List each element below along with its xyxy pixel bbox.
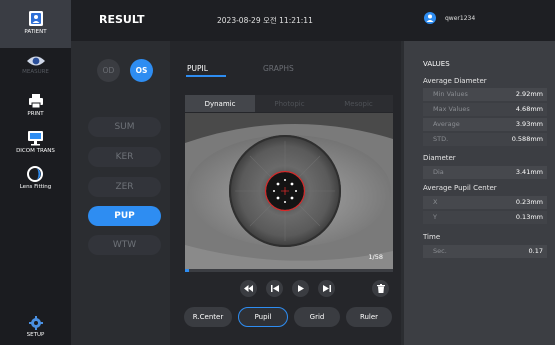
value-val: 3.93mm (515, 120, 543, 128)
value-row: Sec. 0.17 (423, 245, 547, 258)
value-key: Average (433, 120, 460, 128)
mode-zer[interactable]: ZER (88, 177, 161, 197)
subtab-mesopic[interactable]: Mesopic (324, 95, 393, 112)
left-sidebar: PATIENT MEASURE PRINT DICOM TRANS Lens F… (0, 0, 71, 345)
od-button[interactable]: OD (97, 59, 120, 82)
sidebar-item-dicom[interactable]: DICOM TRANS (0, 130, 71, 162)
mode-pup[interactable]: PUP (88, 206, 161, 226)
value-val: 2.92mm (515, 90, 543, 98)
play-icon (298, 285, 304, 292)
value-val: 3.41mm (515, 168, 543, 176)
subtab-photopic[interactable]: Photopic (255, 95, 324, 112)
value-key: STD. (433, 135, 449, 143)
gear-icon (28, 316, 43, 330)
value-key: Y (433, 213, 437, 221)
values-title: VALUES (423, 60, 450, 68)
value-row: Dia 3.41mm (423, 166, 547, 179)
patient-icon (28, 11, 43, 26)
value-row: STD. 0.588mm (423, 133, 547, 146)
ruler-button[interactable]: Ruler (346, 307, 392, 327)
os-button[interactable]: OS (130, 59, 153, 82)
measurement-panel: PUPIL GRAPHS Dynamic Photopic Mesopic 1/… (170, 41, 401, 345)
value-val: 0.13mm (515, 213, 543, 221)
mode-sum[interactable]: SUM (88, 117, 161, 137)
value-val: 0.588mm (511, 135, 543, 143)
next-frame-button[interactable] (318, 280, 335, 297)
rewind-button[interactable] (240, 280, 257, 297)
playback-progress[interactable] (185, 269, 393, 272)
lens-icon (26, 166, 43, 182)
value-key: Sec. (433, 247, 447, 255)
value-row: Y 0.13mm (423, 211, 547, 224)
value-key: Dia (433, 168, 444, 176)
pupil-image-viewer[interactable]: 1/58 (185, 113, 393, 269)
value-row: X 0.23mm (423, 196, 547, 209)
values-panel: VALUES Average Diameter Min Values 2.92m… (404, 41, 555, 345)
sidebar-label: Lens Fitting (19, 184, 52, 190)
value-row: Max Values 4.68mm (423, 103, 547, 116)
monitor-icon (28, 131, 43, 146)
sidebar-label: PRINT (27, 111, 44, 117)
subtab-bar: Dynamic Photopic Mesopic (185, 95, 393, 112)
tab-indicator (186, 75, 226, 77)
value-val: 0.17 (528, 247, 543, 255)
sidebar-item-lens-fitting[interactable]: Lens Fitting (0, 166, 71, 198)
r-center-button[interactable]: R.Center (184, 307, 232, 327)
section-time: Time (423, 233, 441, 241)
section-pupil-center: Average Pupil Center (423, 184, 497, 192)
prev-frame-button[interactable] (266, 280, 283, 297)
sidebar-label: DICOM TRANS (16, 148, 55, 154)
mode-ker[interactable]: KER (88, 147, 161, 167)
sidebar-label: PATIENT (24, 29, 47, 35)
value-key: Min Values (433, 90, 468, 98)
delete-button[interactable] (372, 280, 389, 297)
sidebar-item-measure[interactable]: MEASURE (0, 55, 71, 87)
sidebar-item-print[interactable]: PRINT (0, 93, 71, 125)
rewind-icon (244, 285, 253, 292)
username: qwer1234 (445, 14, 476, 22)
value-row: Average 3.93mm (423, 118, 547, 131)
top-bar: RESULT 2023-08-29 오전 11:21:11 qwer1234 (71, 0, 555, 41)
eye-image (185, 113, 393, 269)
value-key: X (433, 198, 438, 206)
value-key: Max Values (433, 105, 470, 113)
section-average-diameter: Average Diameter (423, 77, 487, 85)
section-diameter: Diameter (423, 154, 456, 162)
eye-icon (26, 56, 45, 66)
play-button[interactable] (292, 280, 309, 297)
pupil-button[interactable]: Pupil (238, 307, 288, 327)
mode-wtw[interactable]: WTW (88, 235, 161, 255)
step-back-icon (270, 285, 279, 292)
page-title: RESULT (99, 13, 145, 26)
sidebar-item-patient[interactable]: PATIENT (0, 0, 71, 48)
value-row: Min Values 2.92mm (423, 88, 547, 101)
sidebar-label: SETUP (26, 332, 45, 338)
subtab-dynamic[interactable]: Dynamic (185, 95, 255, 112)
value-val: 0.23mm (515, 198, 543, 206)
sidebar-item-setup[interactable]: SETUP (0, 316, 71, 345)
frame-counter: 1/58 (368, 253, 383, 261)
datetime: 2023-08-29 오전 11:21:11 (217, 16, 313, 25)
trash-icon (376, 284, 385, 293)
tab-graphs[interactable]: GRAPHS (263, 64, 294, 73)
user-icon (424, 12, 436, 24)
sidebar-label: MEASURE (22, 69, 49, 75)
progress-fill (185, 269, 189, 272)
grid-button[interactable]: Grid (294, 307, 340, 327)
value-val: 4.68mm (515, 105, 543, 113)
printer-icon (28, 94, 43, 109)
tab-pupil[interactable]: PUPIL (187, 64, 208, 73)
user-info[interactable]: qwer1234 (424, 12, 475, 24)
step-forward-icon (322, 285, 331, 292)
